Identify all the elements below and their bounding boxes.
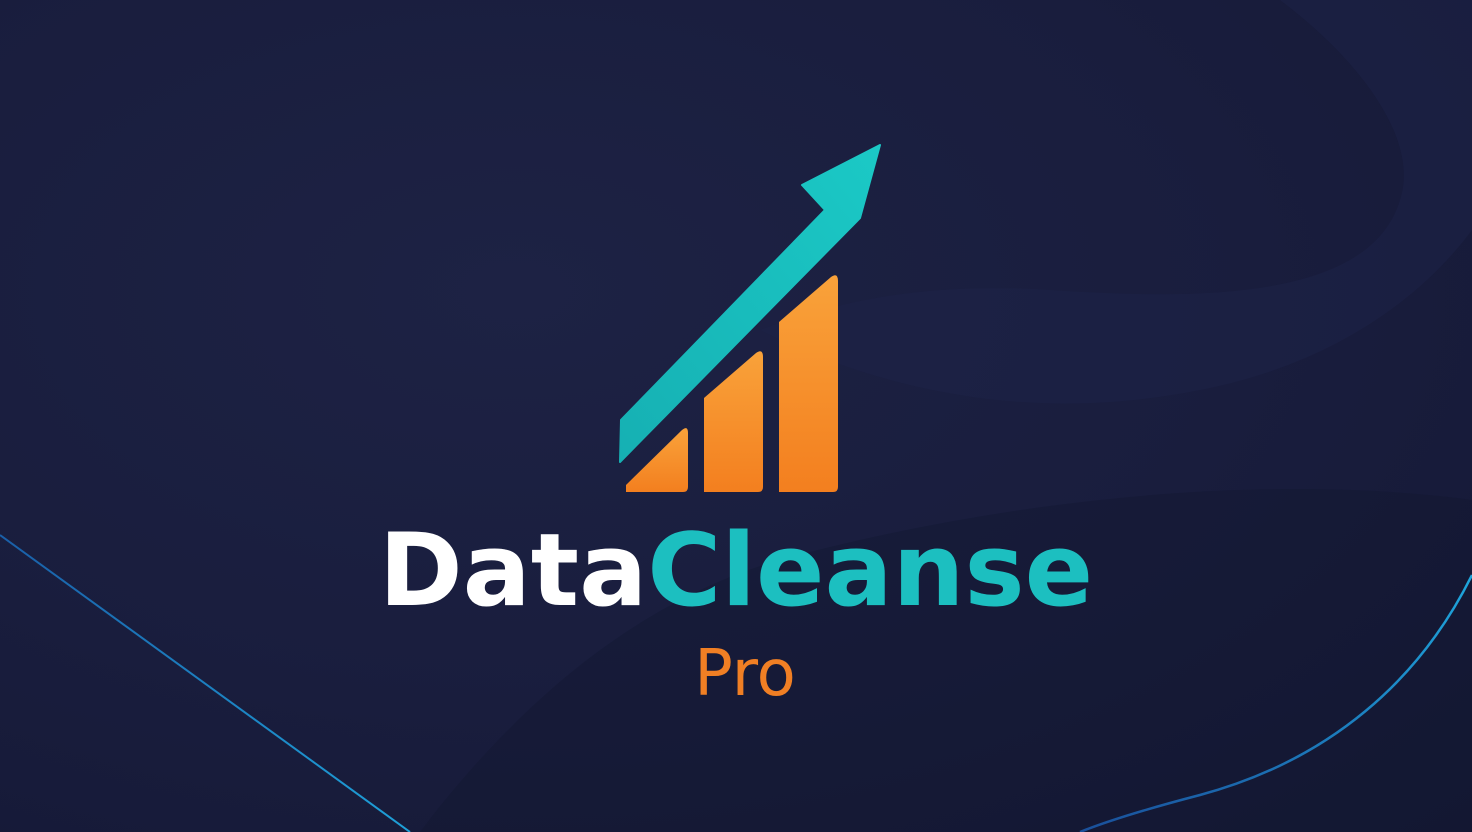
- logo-word-data: Data: [378, 511, 648, 629]
- logo-wordmark: DataCleanse: [0, 510, 1472, 630]
- chart-bar-large: [779, 275, 838, 492]
- logo-subtitle: Pro: [694, 637, 796, 711]
- chart-bar-medium: [704, 351, 763, 492]
- bar-chart-growth-arrow-icon: [619, 144, 881, 492]
- logo-word-cleanse: Cleanse: [647, 511, 1094, 629]
